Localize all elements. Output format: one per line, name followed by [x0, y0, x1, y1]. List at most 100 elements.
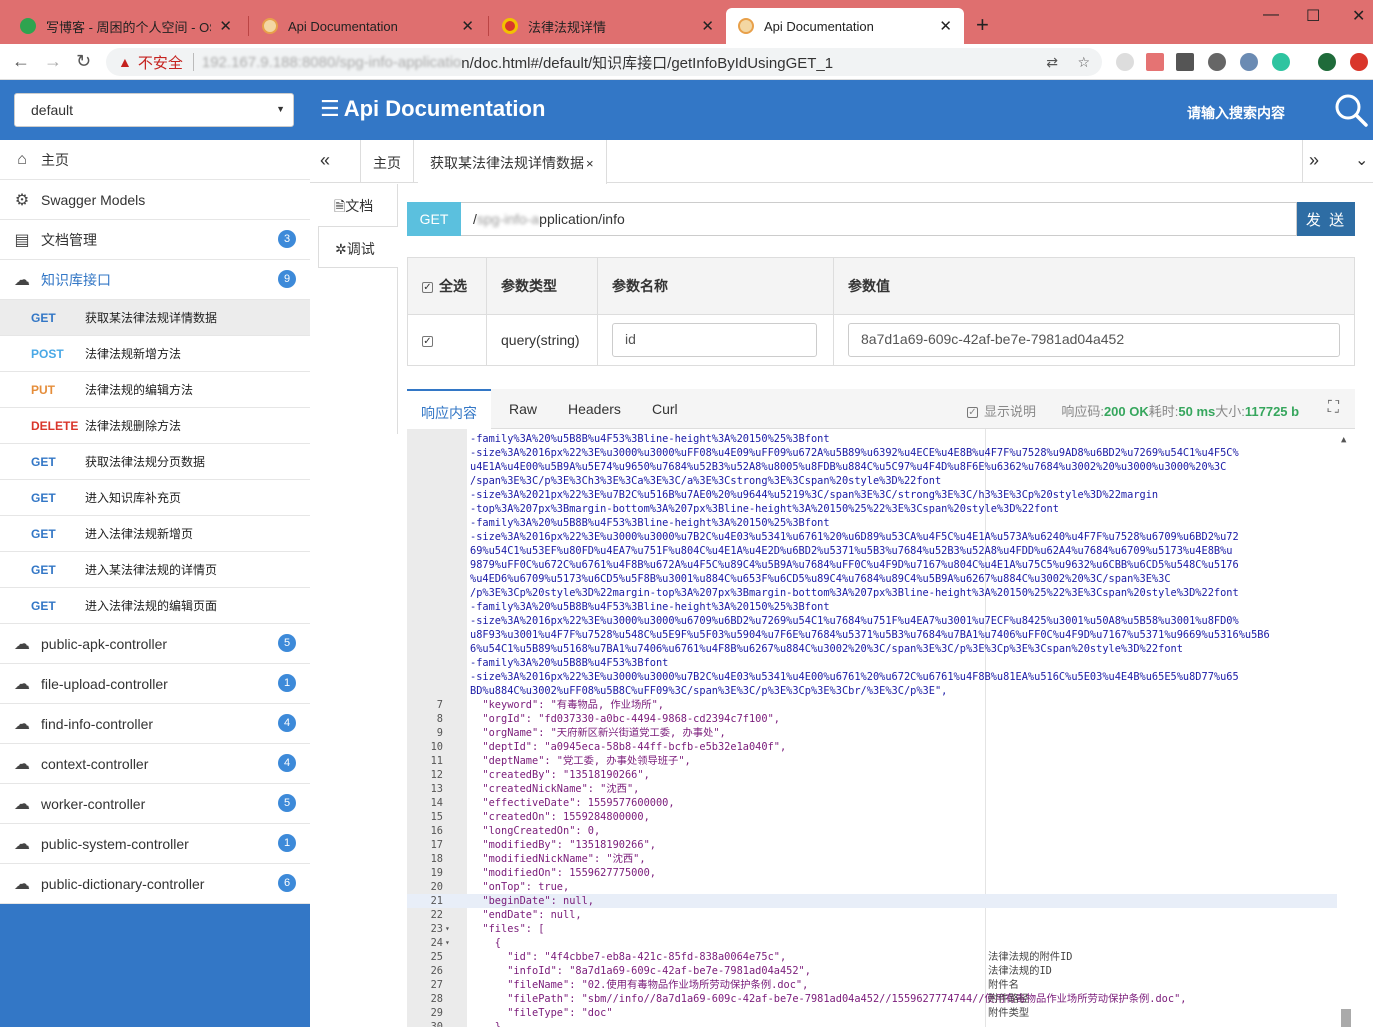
sidebar-item-controller[interactable]: ☁ file-upload-controller 1 [0, 664, 310, 704]
extension-icon[interactable] [1146, 53, 1164, 71]
response-code-viewer[interactable]: -family%3A%20%u5B8B%u4F53%3Bline-height%… [407, 429, 1355, 1027]
api-item[interactable]: DELETE 法律法规删除方法 [0, 408, 310, 444]
tab-debug[interactable]: ✲调试 [318, 226, 398, 268]
select-all-checkbox[interactable]: ✓ [422, 281, 433, 293]
tab-response-content[interactable]: 响应内容 [407, 389, 491, 429]
send-button[interactable]: 发 送 [1297, 202, 1355, 236]
bookmark-star-icon[interactable]: ☆ [1077, 54, 1090, 70]
sidebar-item-controller[interactable]: ☁ worker-controller 5 [0, 784, 310, 824]
forward-icon[interactable]: → [44, 51, 62, 72]
line-number: 17 [430, 839, 443, 851]
browser-tab[interactable]: Api Documentation ✕ [250, 8, 486, 44]
response-code-value: 200 OK [1103, 404, 1149, 419]
code-text: 69%u54C1%u53EF%u80FD%u4EA7%u751F%u804C%u… [470, 545, 1233, 557]
field-description: 法律法规的ID [988, 965, 1052, 977]
browser-tab[interactable]: 法律法规详情 ✕ [490, 8, 726, 44]
extension-icon[interactable] [1116, 53, 1134, 71]
api-item[interactable]: GET 进入法律法规新增页 [0, 516, 310, 552]
translate-icon[interactable]: ⇄ [1046, 54, 1058, 70]
line-number: 12 [430, 769, 443, 781]
line-number: 22 [430, 909, 443, 921]
browser-tab-active[interactable]: Api Documentation ✕ [726, 8, 964, 44]
code-line: 24 ▾ { [407, 936, 1337, 950]
fold-arrow-icon[interactable]: ▾ [445, 936, 450, 950]
warning-icon: ▲ [118, 54, 132, 70]
tab-headers[interactable]: Headers [554, 389, 635, 429]
code-line: 15 "createdOn": 1559284800000, [407, 810, 1337, 824]
close-tab-icon[interactable]: ✕ [701, 17, 714, 35]
tab-curl[interactable]: Curl [638, 389, 692, 429]
close-tab-icon[interactable]: ✕ [939, 17, 952, 35]
reload-icon[interactable]: ↻ [76, 51, 91, 72]
api-item[interactable]: GET 获取法律法规分页数据 [0, 444, 310, 480]
sidebar-item-swagger-models[interactable]: ⚙ Swagger Models [0, 180, 310, 220]
tab-current-api[interactable]: 获取某法律法规详情数据 × [418, 140, 607, 184]
extension-icon[interactable] [1208, 53, 1226, 71]
api-label: 法律法规的编辑方法 [85, 383, 194, 397]
sidebar-item-doc-manage[interactable]: ▤ 文档管理 3 [0, 220, 310, 260]
sidebar-item-label: worker-controller [41, 795, 146, 812]
extension-icon[interactable] [1272, 53, 1290, 71]
row-checkbox[interactable]: ✓ [422, 335, 433, 347]
scroll-up-icon[interactable]: ▲ [1341, 433, 1346, 447]
scroll-right-icon[interactable]: » [1309, 150, 1319, 171]
api-item[interactable]: GET 进入知识库补充页 [0, 480, 310, 516]
request-url-input[interactable]: /spg-info-application/info [461, 202, 1297, 236]
sidebar-item-controller[interactable]: ☁ public-system-controller 1 [0, 824, 310, 864]
tab-menu-chevron-icon[interactable]: ⌄ [1355, 150, 1368, 170]
collapse-left-icon[interactable]: « [320, 150, 330, 171]
code-line: 69%u54C1%u53EF%u80FD%u4EA7%u751F%u804C%u… [407, 544, 1337, 558]
extension-icon[interactable] [1240, 53, 1258, 71]
extension-icon[interactable] [1350, 53, 1368, 71]
maximize-icon[interactable]: ☐ [1306, 6, 1320, 26]
sidebar-item-controller[interactable]: ☁ public-dictionary-controller 6 [0, 864, 310, 904]
group-select[interactable]: default ▼ [14, 93, 294, 127]
close-window-icon[interactable]: ✕ [1352, 6, 1365, 26]
close-tab-icon[interactable]: × [586, 156, 594, 171]
show-desc-checkbox[interactable]: ✓ [967, 407, 978, 419]
code-line: 9 "orgName": "天府新区新兴街道党工委, 办事处", [407, 726, 1337, 740]
scroll-thumb[interactable] [1341, 1009, 1351, 1027]
browser-tab-title: 法律法规详情 [528, 19, 607, 35]
field-description: 附件路径 [988, 993, 1030, 1005]
new-tab-icon[interactable]: + [976, 12, 989, 38]
fold-arrow-icon[interactable]: ▾ [445, 922, 450, 936]
param-name-input[interactable]: id [612, 323, 817, 357]
response-size-value: 117725 b [1244, 404, 1300, 419]
sidebar-item-controller[interactable]: ☁ find-info-controller 4 [0, 704, 310, 744]
url-omnibox[interactable]: ▲ 不安全 192.167.9.188:8080/spg-info-applic… [106, 48, 1102, 76]
extension-icon[interactable] [1318, 53, 1336, 71]
search-input[interactable]: 请输入搜索内容 [1187, 103, 1285, 123]
api-label: 获取法律法规分页数据 [85, 455, 206, 469]
api-item[interactable]: GET 进入某法律法规的详情页 [0, 552, 310, 588]
show-desc-label: 显示说明 [984, 404, 1037, 419]
dropdown-caret-icon: ▼ [276, 104, 285, 114]
search-icon[interactable] [1333, 92, 1369, 128]
http-method: PUT [31, 382, 55, 397]
back-icon[interactable]: ← [12, 51, 30, 72]
tab-home[interactable]: 主页 [360, 140, 414, 183]
sidebar-item-controller[interactable]: ☁ context-controller 4 [0, 744, 310, 784]
line-number: 21 [430, 895, 443, 907]
code-text: "effectiveDate": 1559577600000, [470, 797, 675, 809]
sidebar-item-home[interactable]: ⌂ 主页 [0, 140, 310, 180]
tab-raw[interactable]: Raw [495, 389, 551, 429]
browser-tab[interactable]: 写博客 - 周困的个人空间 - OSCh ✕ [8, 8, 244, 44]
api-item[interactable]: POST 法律法规新增方法 [0, 336, 310, 372]
sidebar-item-controller[interactable]: ☁ public-apk-controller 5 [0, 624, 310, 664]
code-scrollbar[interactable]: ▲ [1337, 429, 1355, 1027]
menu-icon[interactable]: ☰ [320, 96, 340, 121]
close-tab-icon[interactable]: ✕ [219, 17, 232, 35]
count-badge: 9 [278, 270, 296, 288]
minimize-icon[interactable]: — [1263, 6, 1279, 24]
api-item[interactable]: PUT 法律法规的编辑方法 [0, 372, 310, 408]
api-item[interactable]: GET 进入法律法规的编辑页面 [0, 588, 310, 624]
fullscreen-icon[interactable]: ⛶ [1328, 399, 1339, 417]
sidebar-item-knowledge-api[interactable]: ☁ 知识库接口 9 [0, 260, 310, 300]
param-value-input[interactable]: 8a7d1a69-609c-42af-be7e-7981ad04a452 [848, 323, 1340, 357]
api-item[interactable]: GET 获取某法律法规详情数据 [0, 300, 310, 336]
tab-doc[interactable]: 🗎文档 [318, 184, 397, 226]
code-line: u4E1A%u4E00%u5B9A%u5E74%u9650%u7684%u52B… [407, 460, 1337, 474]
close-tab-icon[interactable]: ✕ [461, 17, 474, 35]
extension-icon[interactable] [1176, 53, 1194, 71]
